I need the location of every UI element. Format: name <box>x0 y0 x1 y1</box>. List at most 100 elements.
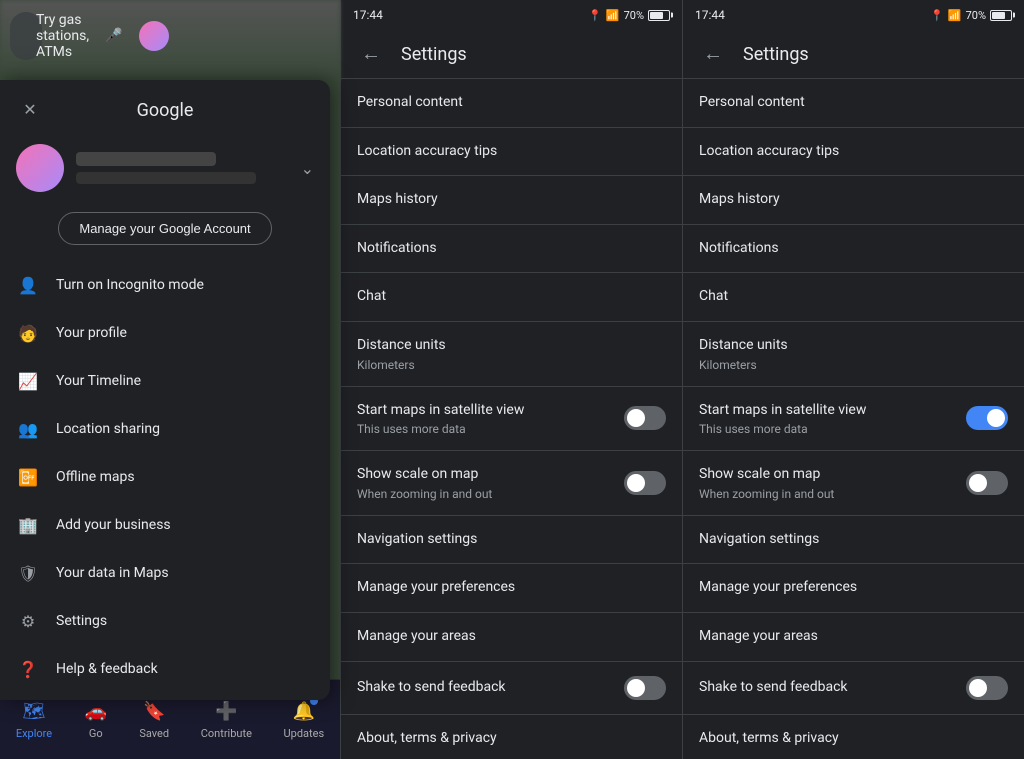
time-middle: 17:44 <box>353 8 383 22</box>
settings-item-0[interactable]: Personal content <box>341 79 682 128</box>
menu-label-add-business: Add your business <box>56 517 171 533</box>
menu-item-offline-maps[interactable]: 📴 Offline maps <box>0 453 330 501</box>
settings-item-2[interactable]: Maps history <box>341 176 682 225</box>
middle-settings-panel: 17:44 📍 📶 70% ← Settings Personal conten… <box>340 0 682 759</box>
close-drawer-button[interactable]: ✕ <box>16 96 44 124</box>
wifi-icon-right: 📶 <box>948 9 962 22</box>
settings-item-7[interactable]: Show scale on mapWhen zooming in and out <box>341 451 682 516</box>
search-input[interactable]: Try gas stations, ATMs <box>36 12 89 60</box>
settings-item-11[interactable]: Shake to send feedback <box>683 662 1024 715</box>
settings-item-9[interactable]: Manage your preferences <box>341 564 682 613</box>
settings-item-4[interactable]: Chat <box>683 273 1024 322</box>
settings-item-content-9: Manage your preferences <box>357 578 666 598</box>
settings-item-7[interactable]: Show scale on mapWhen zooming in and out <box>683 451 1024 516</box>
settings-item-12[interactable]: About, terms & privacy <box>683 715 1024 759</box>
settings-list-middle: Personal content Location accuracy tips … <box>341 79 682 759</box>
settings-item-subtitle-5: Kilometers <box>699 358 1008 372</box>
settings-item-content-2: Maps history <box>357 190 666 210</box>
settings-item-content-12: About, terms & privacy <box>699 729 1008 749</box>
settings-item-8[interactable]: Navigation settings <box>683 516 1024 565</box>
toggle-7[interactable] <box>966 471 1008 495</box>
menu-label-incognito: Turn on Incognito mode <box>56 277 204 293</box>
bottom-tab-saved[interactable]: 🔖 Saved <box>139 699 169 740</box>
manage-account-button[interactable]: Manage your Google Account <box>58 212 271 245</box>
menu-label-data-in-maps: Your data in Maps <box>56 565 169 581</box>
settings-item-1[interactable]: Location accuracy tips <box>683 128 1024 177</box>
settings-item-1[interactable]: Location accuracy tips <box>341 128 682 177</box>
bottom-tab-contribute[interactable]: ➕ Contribute <box>201 699 252 740</box>
wifi-icon: 📶 <box>606 9 620 22</box>
settings-item-12[interactable]: About, terms & privacy <box>341 715 682 759</box>
back-button-middle[interactable]: ← <box>357 40 385 68</box>
settings-item-title-4: Chat <box>699 287 1008 307</box>
battery-label-right: 70% <box>966 9 986 22</box>
settings-title-right: Settings <box>743 44 809 65</box>
search-bar[interactable]: Try gas stations, ATMs 🎤 <box>10 12 42 60</box>
menu-item-profile[interactable]: 🧑 Your profile <box>0 309 330 357</box>
drawer-title: Google <box>44 100 286 121</box>
tab-icon-explore: 🗺 <box>22 699 46 723</box>
tab-icon-updates: 🔔 <box>292 699 316 723</box>
settings-item-2[interactable]: Maps history <box>683 176 1024 225</box>
toggle-11[interactable] <box>624 676 666 700</box>
battery-icon <box>648 10 670 21</box>
user-avatar <box>16 144 64 192</box>
menu-item-timeline[interactable]: 📈 Your Timeline <box>0 357 330 405</box>
settings-item-0[interactable]: Personal content <box>683 79 1024 128</box>
settings-item-content-11: Shake to send feedback <box>699 678 954 698</box>
bottom-tab-explore[interactable]: 🗺 Explore <box>16 699 52 740</box>
settings-item-title-11: Shake to send feedback <box>357 678 612 698</box>
status-icons-right: 📍 📶 70% <box>930 9 1012 22</box>
menu-label-location-sharing: Location sharing <box>56 421 160 437</box>
tab-icon-contribute: ➕ <box>214 699 238 723</box>
back-button-right[interactable]: ← <box>699 40 727 68</box>
settings-item-8[interactable]: Navigation settings <box>341 516 682 565</box>
settings-item-6[interactable]: Start maps in satellite viewThis uses mo… <box>683 387 1024 452</box>
settings-item-5[interactable]: Distance unitsKilometers <box>683 322 1024 387</box>
settings-item-5[interactable]: Distance unitsKilometers <box>341 322 682 387</box>
settings-item-content-5: Distance unitsKilometers <box>699 336 1008 372</box>
mic-icon[interactable]: 🎤 <box>99 21 129 51</box>
time-right: 17:44 <box>695 8 725 22</box>
toggle-knob-11 <box>969 679 987 697</box>
menu-icon-profile: 🧑 <box>16 321 40 345</box>
bottom-tab-go[interactable]: 🚗 Go <box>84 699 108 740</box>
expand-accounts-button[interactable]: ⌄ <box>301 159 314 178</box>
settings-item-content-8: Navigation settings <box>699 530 1008 550</box>
menu-item-data-in-maps[interactable]: 🛡 Your data in Maps <box>0 549 330 597</box>
toggle-7[interactable] <box>624 471 666 495</box>
user-avatar-small[interactable] <box>139 21 169 51</box>
menu-item-location-sharing[interactable]: 👥 Location sharing <box>0 405 330 453</box>
settings-item-10[interactable]: Manage your areas <box>341 613 682 662</box>
settings-item-title-2: Maps history <box>357 190 666 210</box>
settings-item-11[interactable]: Shake to send feedback <box>341 662 682 715</box>
menu-item-help-feedback[interactable]: ❓ Help & feedback <box>0 645 330 693</box>
settings-item-title-10: Manage your areas <box>357 627 666 647</box>
left-panel: Try gas stations, ATMs 🎤 ✕ Google ⌄ Mana… <box>0 0 340 759</box>
status-icons-middle: 📍 📶 70% <box>588 9 670 22</box>
tab-icon-saved: 🔖 <box>142 699 166 723</box>
settings-item-6[interactable]: Start maps in satellite viewThis uses mo… <box>341 387 682 452</box>
settings-item-title-12: About, terms & privacy <box>699 729 1008 749</box>
settings-item-title-6: Start maps in satellite view <box>699 401 954 421</box>
toggle-11[interactable] <box>966 676 1008 700</box>
toggle-6[interactable] <box>966 406 1008 430</box>
toggle-knob-11 <box>627 679 645 697</box>
settings-item-10[interactable]: Manage your areas <box>683 613 1024 662</box>
settings-item-9[interactable]: Manage your preferences <box>683 564 1024 613</box>
bottom-tab-updates[interactable]: 🔔 Updates <box>284 699 325 740</box>
settings-item-4[interactable]: Chat <box>341 273 682 322</box>
menu-item-add-business[interactable]: 🏢 Add your business <box>0 501 330 549</box>
settings-item-content-10: Manage your areas <box>357 627 666 647</box>
location-icon-right: 📍 <box>930 9 944 22</box>
menu-item-incognito[interactable]: 👤 Turn on Incognito mode <box>0 261 330 309</box>
tab-label-explore: Explore <box>16 727 52 740</box>
toggle-6[interactable] <box>624 406 666 430</box>
menu-icon-help-feedback: ❓ <box>16 657 40 681</box>
settings-item-3[interactable]: Notifications <box>683 225 1024 274</box>
right-settings-panel: 17:44 📍 📶 70% ← Settings Personal conten… <box>682 0 1024 759</box>
location-icon: 📍 <box>588 9 602 22</box>
settings-item-3[interactable]: Notifications <box>341 225 682 274</box>
settings-item-content-10: Manage your areas <box>699 627 1008 647</box>
menu-item-settings[interactable]: ⚙ Settings <box>0 597 330 645</box>
